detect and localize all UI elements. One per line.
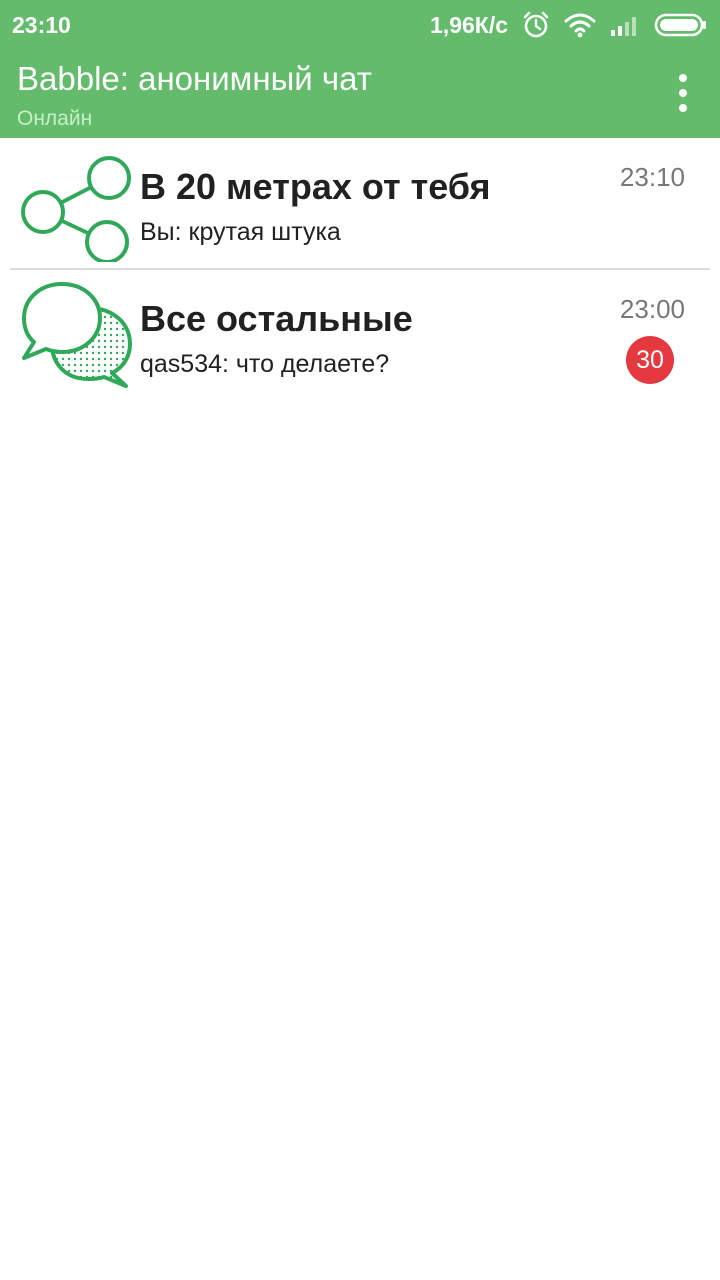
signal-icon xyxy=(611,17,636,36)
app-bar: Babble: анонимный чат Онлайн xyxy=(0,50,720,138)
chat-last-message: qas534: что делаете? xyxy=(140,350,390,378)
chat-list: В 20 метрах от тебя Вы: крутая штука 23:… xyxy=(0,138,720,402)
status-icons: 1,96К/с xyxy=(430,8,708,42)
more-vert-icon-dot xyxy=(679,104,687,112)
chat-item-everyone[interactable]: Все остальные qas534: что делаете? 23:00 xyxy=(0,270,720,402)
more-vert-icon-dot xyxy=(679,89,687,97)
chat-time: 23:10 xyxy=(619,162,685,192)
status-bar: 23:10 1,96К/с xyxy=(0,0,720,50)
chat-bubbles-icon xyxy=(22,282,132,388)
battery-icon xyxy=(654,13,706,37)
chat-last-message: Вы: крутая штука xyxy=(140,218,341,246)
chat-time: 23:00 xyxy=(619,294,685,324)
alarm-icon xyxy=(523,11,549,38)
share-nodes-icon xyxy=(21,156,131,262)
network-speed: 1,96К/с xyxy=(430,11,508,38)
wifi-icon xyxy=(564,13,596,38)
chat-title: Все остальные xyxy=(140,298,413,339)
status-time: 23:10 xyxy=(12,12,71,38)
online-status: Онлайн xyxy=(17,107,93,130)
app-screen: 23:10 1,96К/с Babble: анонимный чат Онла… xyxy=(0,0,720,1280)
unread-count-badge: 30 xyxy=(626,336,674,384)
more-vert-icon xyxy=(679,74,687,82)
chat-title: В 20 метрах от тебя xyxy=(140,166,491,207)
chat-item-nearby[interactable]: В 20 метрах от тебя Вы: крутая штука 23:… xyxy=(0,138,720,270)
app-title: Babble: анонимный чат xyxy=(17,60,372,97)
more-options-button[interactable] xyxy=(668,68,698,118)
